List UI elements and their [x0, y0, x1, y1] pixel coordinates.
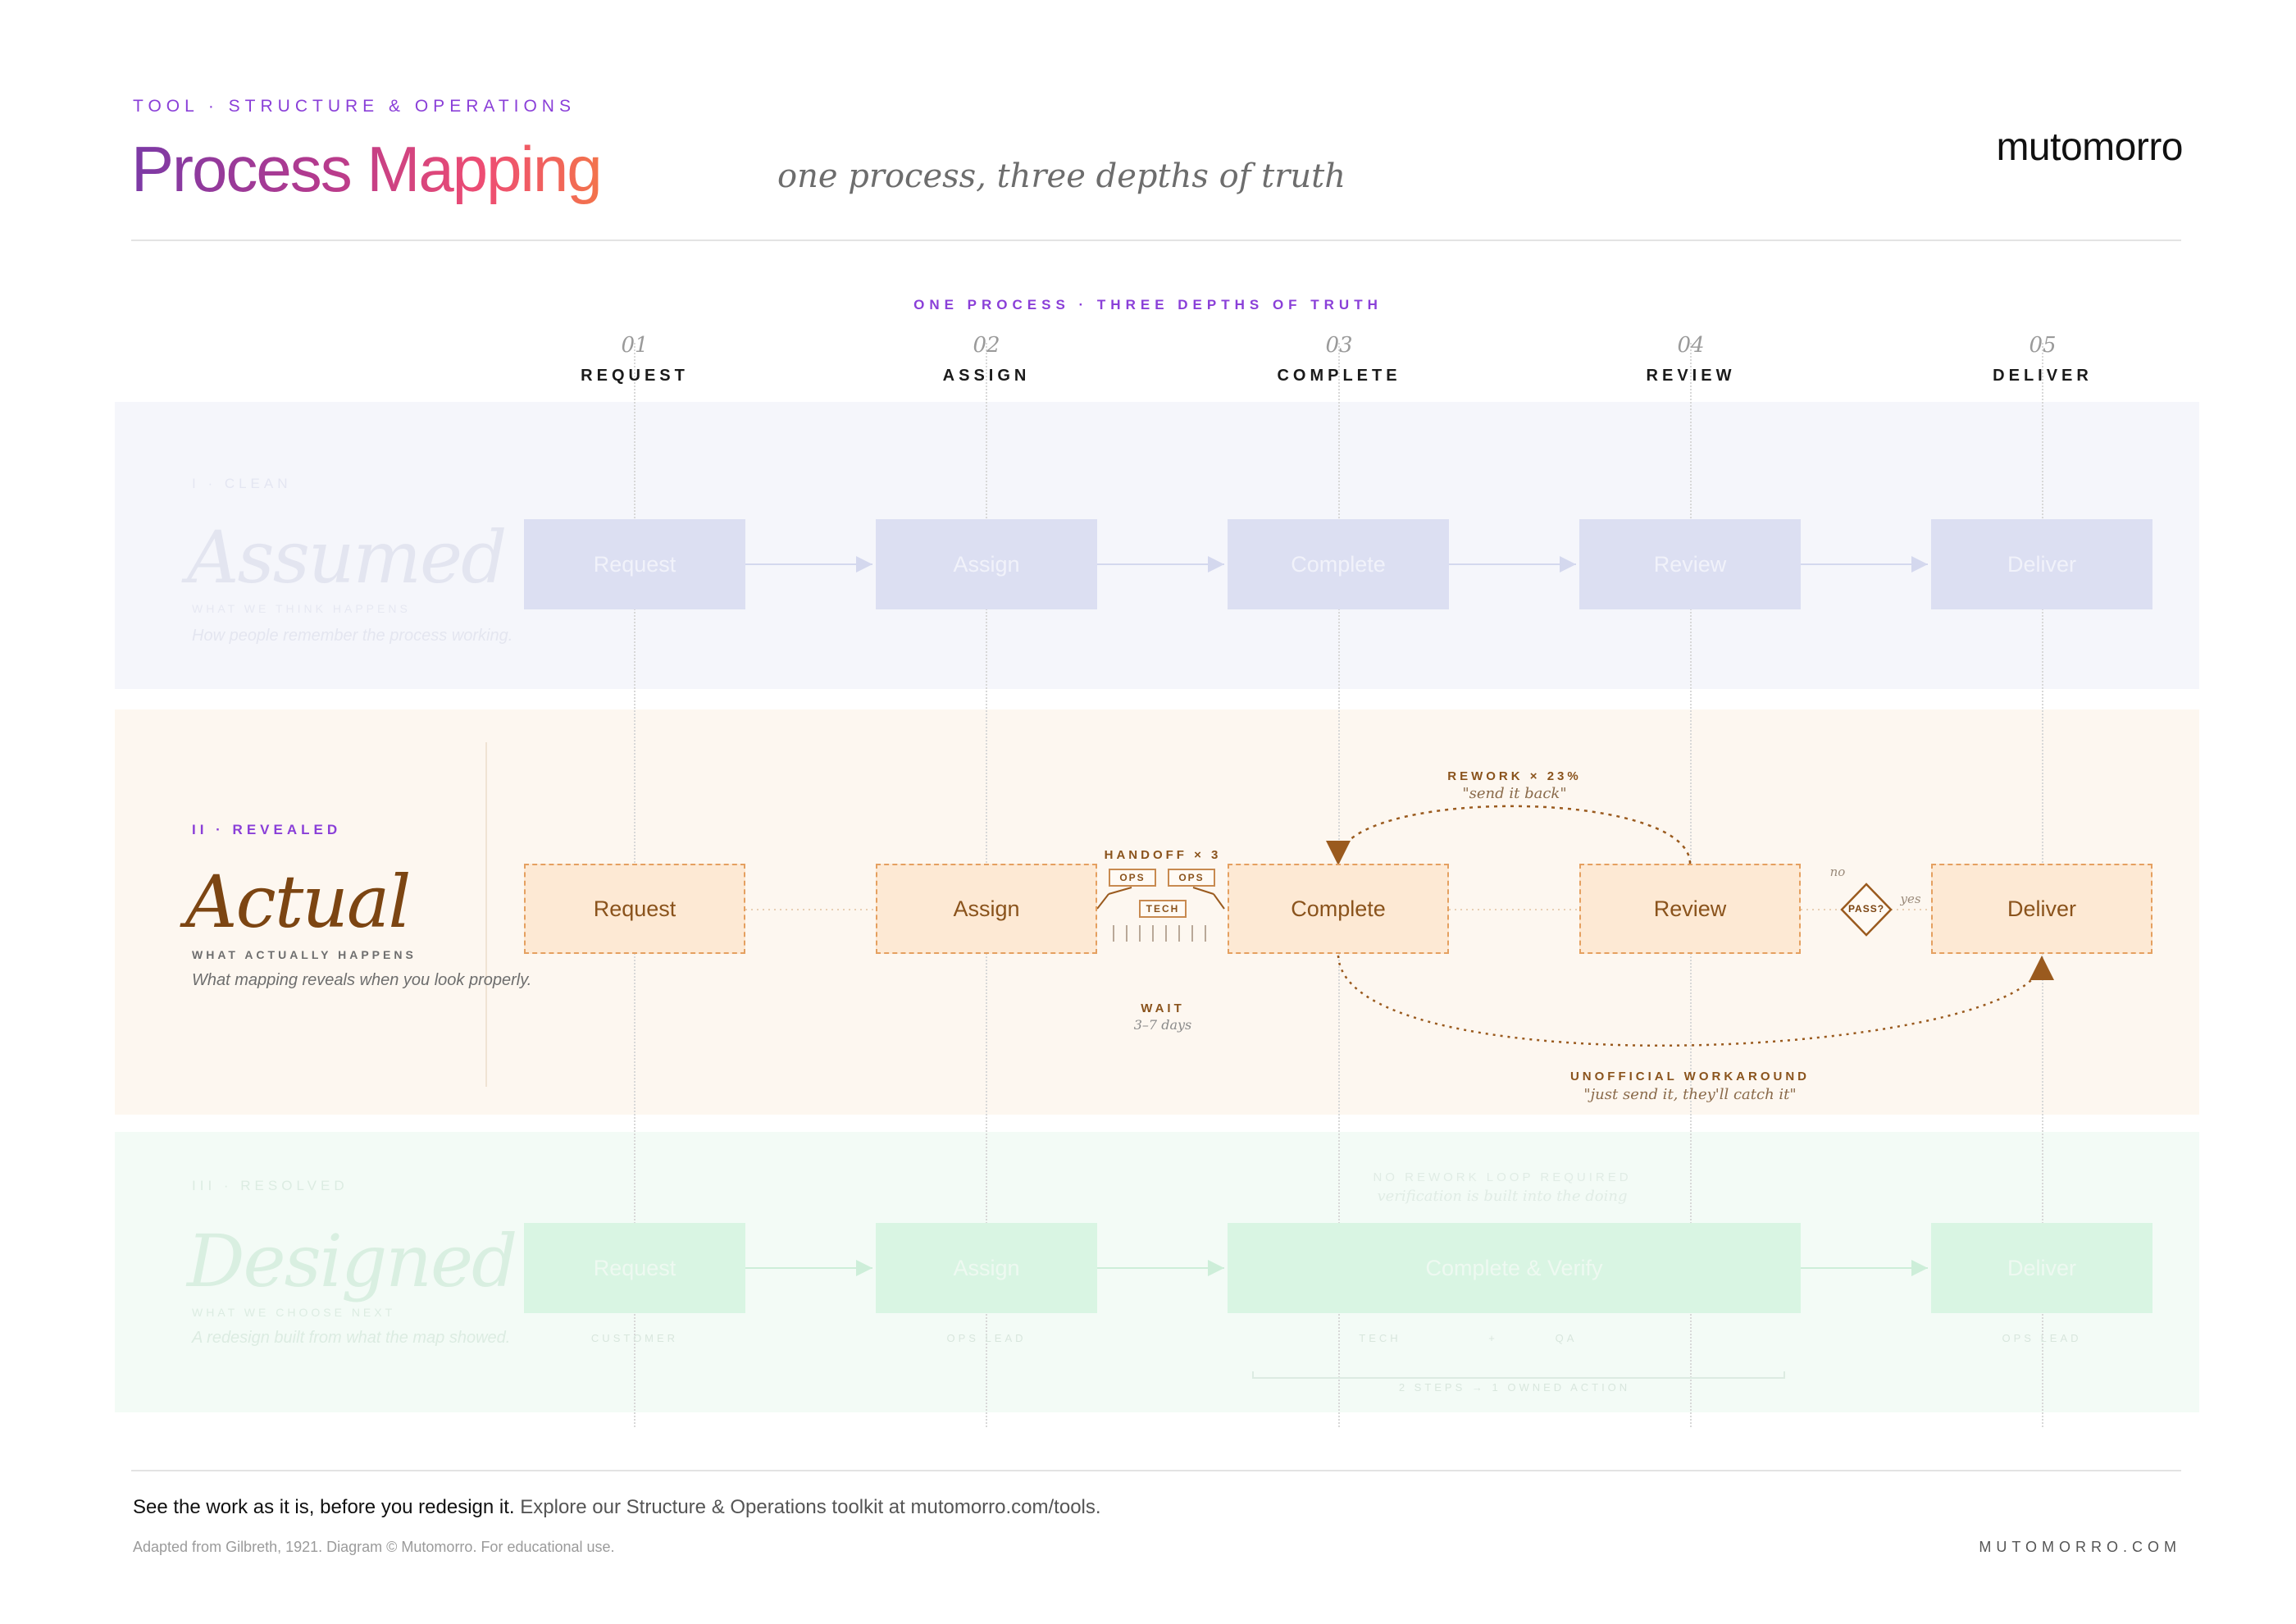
- connector-layer: [745, 556, 2054, 1379]
- assumed-step-deliver[interactable]: Deliver: [1931, 519, 2152, 609]
- decision-yes: yes: [1900, 892, 1921, 906]
- handoff-line: [1096, 893, 1109, 910]
- actual-step-request[interactable]: Request: [524, 864, 745, 954]
- assumed-title: Assumed: [187, 515, 507, 600]
- handoff-label: HANDOFF × 3: [1104, 848, 1222, 862]
- designed-step-complete-verify[interactable]: Complete & Verify: [1228, 1223, 1801, 1313]
- owner-label: OPS LEAD: [946, 1332, 1027, 1344]
- footer-message: See the work as it is, before you redesi…: [133, 1496, 1101, 1519]
- wait-duration: 3–7 days: [1133, 1017, 1192, 1033]
- designed-kicker: WHAT WE CHOOSE NEXT: [192, 1306, 396, 1319]
- actual-step-deliver[interactable]: Deliver: [1931, 864, 2152, 954]
- actual-step-complete[interactable]: Complete: [1228, 864, 1449, 954]
- workaround-loop: [1337, 955, 2054, 1047]
- designed-desc: A redesign built from what the map showe…: [192, 1329, 511, 1347]
- footer-url[interactable]: MUTOMORRO.COM: [1979, 1539, 2181, 1556]
- rework-loop: [1326, 805, 1692, 865]
- merge-note: 2 STEPS → 1 OWNED ACTION: [1398, 1381, 1631, 1394]
- footer-divider: [131, 1470, 2181, 1471]
- handoff-tag-ops: OPS: [1109, 869, 1156, 887]
- designed-step-request[interactable]: Request: [524, 1223, 745, 1313]
- assumed-step-complete[interactable]: Complete: [1228, 519, 1449, 609]
- footer-lead: See the work as it is, before you redesi…: [133, 1496, 515, 1518]
- decision-label: PASS?: [1847, 903, 1885, 915]
- rework-quote: "send it back": [1462, 785, 1567, 802]
- footer-credit: Adapted from Gilbreth, 1921. Diagram © M…: [133, 1539, 615, 1555]
- actual-kicker: WHAT ACTUALLY HAPPENS: [192, 948, 417, 961]
- assumed-eyebrow: I · CLEAN: [192, 476, 292, 491]
- handoff-tag-tech: TECH: [1139, 900, 1187, 918]
- designed-step-deliver[interactable]: Deliver: [1931, 1223, 2152, 1313]
- designed-note: NO REWORK LOOP REQUIRED: [1373, 1170, 1632, 1184]
- owner-label: CUSTOMER: [590, 1332, 679, 1344]
- handoff-line: [1213, 893, 1225, 910]
- wait-ticks: [1113, 925, 1206, 942]
- owner-label: QA: [1555, 1332, 1578, 1344]
- actual-eyebrow: II · REVEALED: [192, 822, 342, 837]
- assumed-step-review[interactable]: Review: [1579, 519, 1801, 609]
- assumed-step-assign[interactable]: Assign: [876, 519, 1097, 609]
- assumed-step-request[interactable]: Request: [524, 519, 745, 609]
- handoff-line: [1192, 887, 1214, 895]
- merge-bracket: [1252, 1371, 1785, 1379]
- assumed-desc: How people remember the process working.: [192, 627, 513, 645]
- assumed-kicker: WHAT WE THINK HAPPENS: [192, 602, 411, 615]
- designed-note-sub: verification is built into the doing: [1377, 1188, 1628, 1205]
- workaround-label: UNOFFICIAL WORKAROUND: [1569, 1070, 1811, 1083]
- designed-eyebrow: III · RESOLVED: [192, 1178, 348, 1193]
- owner-label: TECH: [1359, 1332, 1401, 1344]
- handoff-tag-ops: OPS: [1168, 869, 1215, 887]
- designed-step-assign[interactable]: Assign: [876, 1223, 1097, 1313]
- actual-title: Actual: [185, 860, 411, 944]
- decision-no: no: [1829, 864, 1846, 879]
- rework-label: REWORK × 23%: [1447, 769, 1582, 783]
- footer-toolkit-link[interactable]: Explore our Structure & Operations toolk…: [520, 1496, 1100, 1518]
- handoff-line: [1108, 887, 1132, 895]
- actual-step-assign[interactable]: Assign: [876, 864, 1097, 954]
- actual-step-review[interactable]: Review: [1579, 864, 1801, 954]
- designed-title: Designed: [187, 1219, 517, 1303]
- owner-plus: +: [1488, 1332, 1498, 1344]
- owner-label: OPS LEAD: [2002, 1332, 2082, 1344]
- workaround-quote: "just send it, they'll catch it": [1583, 1086, 1797, 1103]
- actual-desc: What mapping reveals when you look prope…: [192, 971, 532, 989]
- wait-label: WAIT: [1141, 1001, 1185, 1015]
